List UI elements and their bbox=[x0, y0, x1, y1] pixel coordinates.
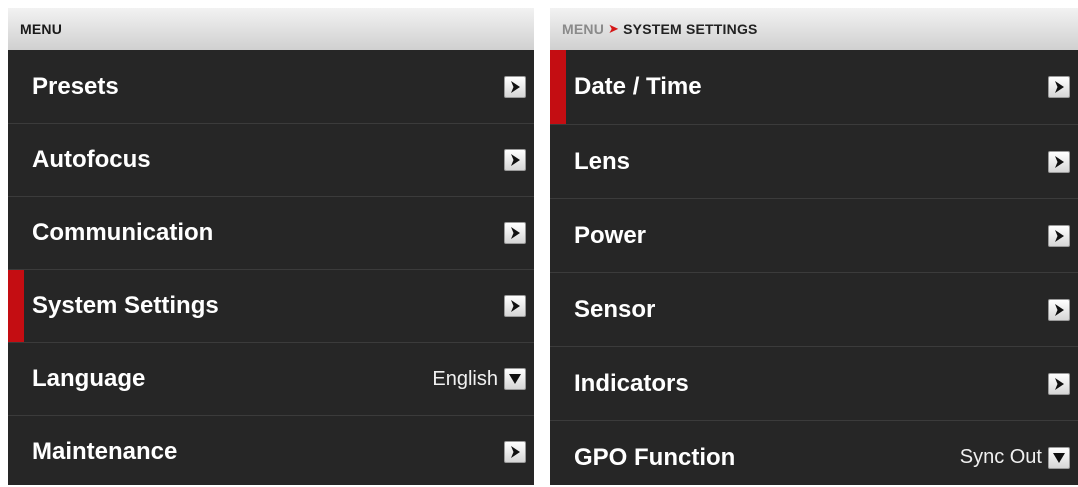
selection-marker bbox=[8, 270, 24, 342]
menu-item-autofocus[interactable]: Autofocus bbox=[8, 123, 534, 196]
selection-marker bbox=[550, 50, 566, 124]
menu-item-label: System Settings bbox=[32, 292, 219, 319]
menu-item-label: Sensor bbox=[574, 295, 656, 323]
menu-item-communication[interactable]: Communication bbox=[8, 196, 534, 269]
arrow-right-icon[interactable] bbox=[1048, 76, 1070, 98]
arrow-right-icon[interactable] bbox=[504, 222, 526, 244]
dropdown-arrow-icon[interactable] bbox=[1048, 446, 1070, 469]
main-menu-panel: MENU Presets Autofocus Communication Sys… bbox=[8, 8, 534, 485]
breadcrumb-root[interactable]: MENU bbox=[562, 21, 604, 37]
menu-item-system-settings[interactable]: System Settings bbox=[8, 269, 534, 342]
submenu-list: Date / Time Lens Power Sensor Indicators… bbox=[550, 50, 1078, 485]
menu-header: MENU bbox=[8, 8, 534, 50]
arrow-right-icon[interactable] bbox=[1048, 150, 1070, 173]
gpo-function-value[interactable]: Sync Out bbox=[960, 446, 1042, 469]
menu-item-label: Date / Time bbox=[574, 73, 702, 100]
menu-item-maintenance[interactable]: Maintenance bbox=[8, 415, 534, 485]
arrow-right-icon[interactable] bbox=[1048, 224, 1070, 247]
menu-item-label: Indicators bbox=[574, 369, 689, 397]
arrow-right-icon[interactable] bbox=[1048, 372, 1070, 395]
menu-list: Presets Autofocus Communication System S… bbox=[8, 50, 534, 485]
menu-item-language[interactable]: Language English bbox=[8, 342, 534, 415]
menu-item-label: Autofocus bbox=[32, 146, 151, 173]
menu-item-power[interactable]: Power bbox=[550, 198, 1078, 272]
breadcrumb-current: SYSTEM SETTINGS bbox=[623, 21, 758, 37]
menu-item-lens[interactable]: Lens bbox=[550, 124, 1078, 198]
arrow-right-icon[interactable] bbox=[504, 149, 526, 171]
menu-item-label: Presets bbox=[32, 72, 119, 100]
arrow-right-icon[interactable] bbox=[504, 295, 526, 317]
menu-item-label: Lens bbox=[574, 147, 631, 175]
menu-item-presets[interactable]: Presets bbox=[8, 50, 534, 123]
breadcrumb-separator-icon: ➤ bbox=[608, 21, 620, 36]
menu-item-label: Communication bbox=[32, 219, 214, 246]
menu-item-indicators[interactable]: Indicators bbox=[550, 346, 1078, 420]
submenu-header: MENU ➤ SYSTEM SETTINGS bbox=[550, 8, 1078, 50]
arrow-right-icon[interactable] bbox=[504, 441, 526, 463]
system-settings-panel: MENU ➤ SYSTEM SETTINGS Date / Time Lens … bbox=[550, 8, 1078, 485]
menu-item-label: Maintenance bbox=[32, 438, 178, 465]
menu-item-date-time[interactable]: Date / Time bbox=[550, 50, 1078, 124]
breadcrumb-root[interactable]: MENU bbox=[20, 21, 62, 37]
dropdown-arrow-icon[interactable] bbox=[504, 368, 526, 390]
menu-item-label: GPO Function bbox=[574, 443, 736, 471]
menu-item-sensor[interactable]: Sensor bbox=[550, 272, 1078, 346]
language-value[interactable]: English bbox=[432, 368, 498, 391]
arrow-right-icon[interactable] bbox=[504, 75, 526, 98]
menu-item-label: Language bbox=[32, 365, 146, 392]
arrow-right-icon[interactable] bbox=[1048, 298, 1070, 321]
menu-item-label: Power bbox=[574, 221, 647, 249]
menu-item-gpo-function[interactable]: GPO Function Sync Out bbox=[550, 420, 1078, 485]
